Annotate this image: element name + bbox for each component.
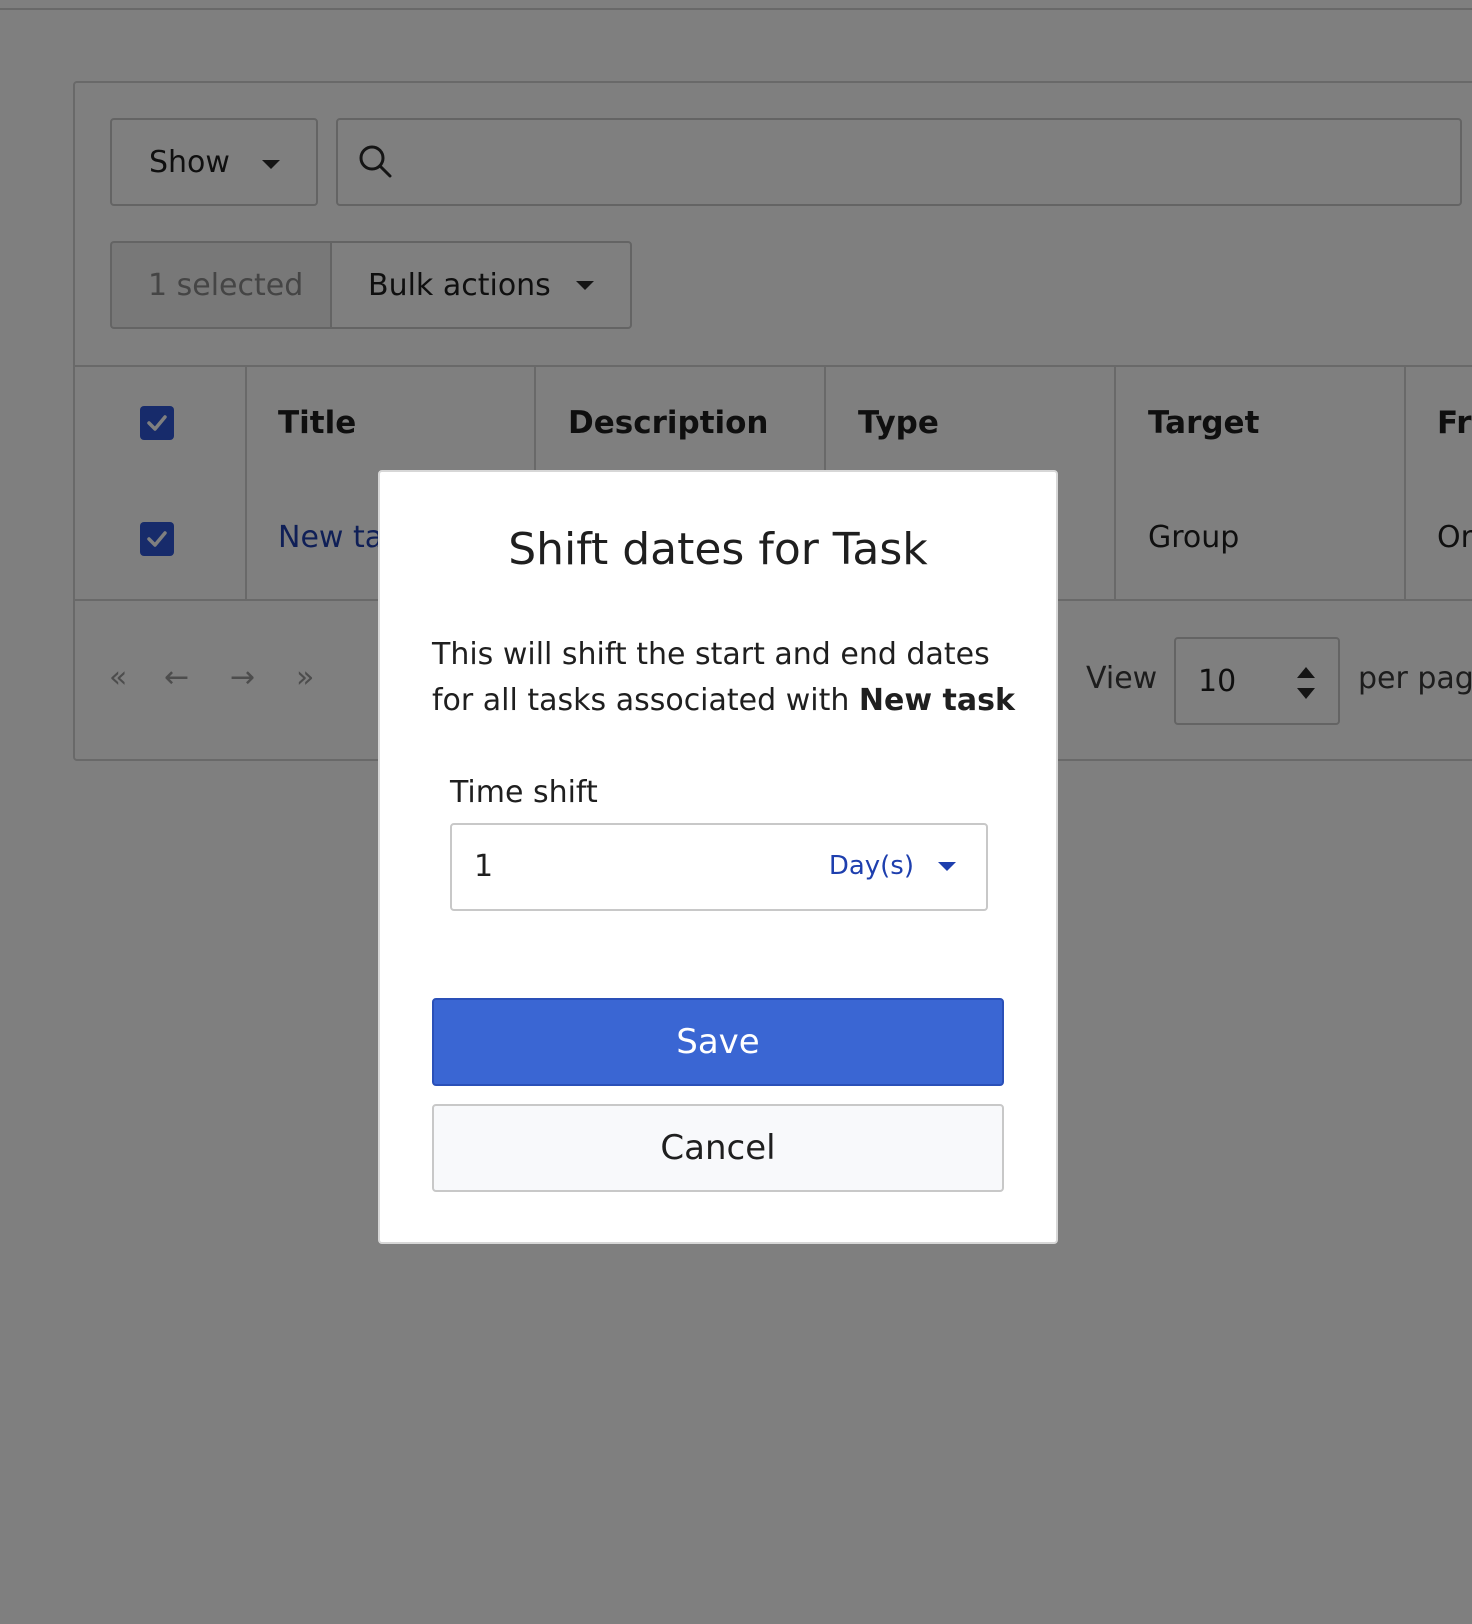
- shift-dates-modal: Shift dates for Task This will shift the…: [378, 470, 1058, 1244]
- cancel-button-label: Cancel: [660, 1128, 776, 1168]
- modal-title: Shift dates for Task: [508, 524, 928, 575]
- save-button-label: Save: [676, 1022, 760, 1062]
- time-shift-field: 1 Day(s): [450, 823, 988, 911]
- caret-down-icon: [938, 861, 956, 871]
- time-shift-label: Time shift: [450, 775, 598, 810]
- modal-task-name: New task: [858, 683, 1015, 718]
- time-unit-label: Day(s): [828, 851, 914, 881]
- time-shift-input[interactable]: 1: [474, 849, 493, 884]
- time-unit-select[interactable]: Day(s): [829, 851, 956, 881]
- cancel-button[interactable]: Cancel: [432, 1104, 1004, 1192]
- modal-description: This will shift the start and end dates …: [432, 632, 1022, 724]
- save-button[interactable]: Save: [432, 998, 1004, 1086]
